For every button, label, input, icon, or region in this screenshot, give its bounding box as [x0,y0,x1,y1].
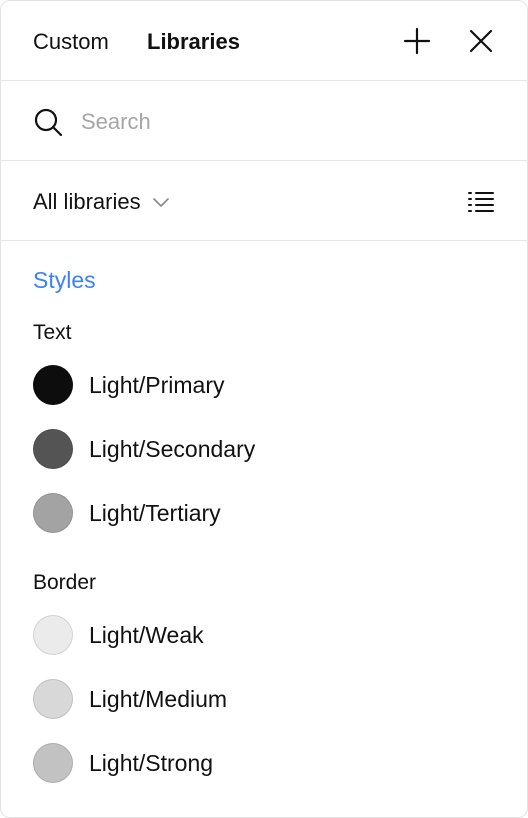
panel-header: Custom Libraries [1,1,527,81]
style-item-light-strong[interactable]: Light/Strong [33,742,493,784]
style-item-light-primary[interactable]: Light/Primary [33,364,493,406]
style-item-light-secondary[interactable]: Light/Secondary [33,428,493,470]
library-dropdown[interactable]: All libraries [33,187,169,217]
style-item-light-tertiary[interactable]: Light/Tertiary [33,492,493,534]
library-dropdown-label: All libraries [33,189,141,214]
group-title-text: Text [33,321,72,344]
chevron-down-icon [152,194,169,210]
search-icon [34,108,63,137]
style-item-light-weak[interactable]: Light/Weak [33,614,493,656]
color-swatch [33,493,73,533]
tab-libraries[interactable]: Libraries [147,29,240,55]
styles-panel: Custom Libraries All libraries [0,0,528,818]
close-button[interactable] [467,27,495,55]
style-label: Light/Weak [89,621,204,648]
list-view-button[interactable] [467,188,495,216]
color-swatch [33,615,73,655]
color-swatch [33,429,73,469]
list-view-icon [468,192,494,212]
style-label: Light/Tertiary [89,499,221,526]
group-title-border: Border [33,571,97,594]
color-swatch [33,743,73,783]
search-bar [1,81,527,161]
library-filter-bar: All libraries [1,161,527,241]
search-input[interactable] [81,105,481,139]
add-button[interactable] [403,27,431,55]
style-label: Light/Strong [89,749,214,776]
style-label: Light/Medium [89,685,228,712]
style-item-light-medium[interactable]: Light/Medium [33,678,493,720]
style-label: Light/Primary [89,371,225,398]
style-label: Light/Secondary [89,435,256,462]
color-swatch [33,679,73,719]
tab-custom[interactable]: Custom [33,29,109,55]
styles-section-title: Styles [33,267,96,293]
close-icon [469,29,493,53]
color-swatch [33,365,73,405]
plus-icon [403,27,431,55]
